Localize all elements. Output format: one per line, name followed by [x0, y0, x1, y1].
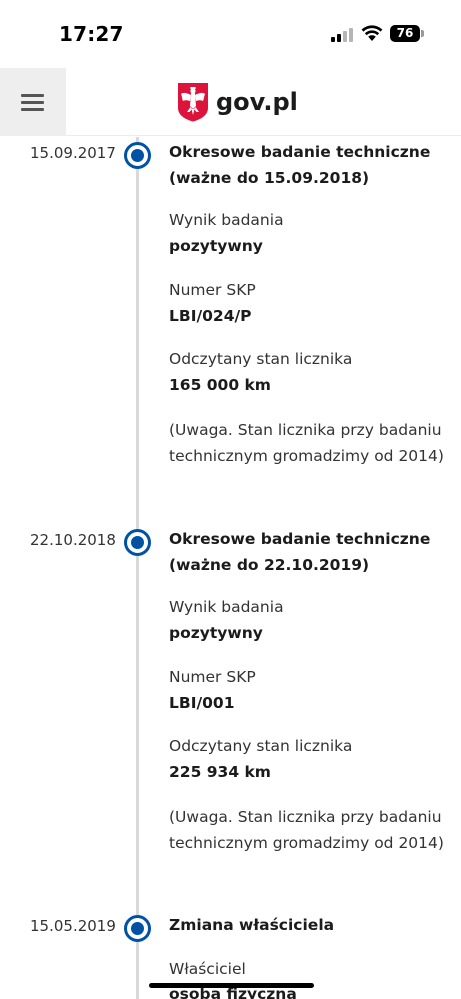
skp-label: Numer SKP: [169, 281, 256, 299]
odometer-note: (Uwaga. Stan licznika przy badaniu techn…: [169, 421, 444, 465]
skp-value: LBI/001: [169, 694, 235, 712]
polish-eagle-emblem-icon: [178, 83, 208, 122]
brand-name: gov.pl: [216, 88, 298, 116]
odometer-label: Odczytany stan licznika: [169, 737, 353, 755]
odometer-value: 165 000 km: [169, 376, 271, 394]
status-bar: 17:27 76: [0, 0, 461, 68]
entry-title: Okresowe badanie techniczne (ważne do 15…: [169, 143, 431, 187]
menu-button[interactable]: [0, 68, 66, 136]
entry-title: Okresowe badanie techniczne (ważne do 22…: [169, 530, 431, 574]
battery-level: 76: [390, 25, 420, 42]
result-label: Wynik badania: [169, 598, 284, 616]
odometer-label: Odczytany stan licznika: [169, 350, 353, 368]
vehicle-history-timeline: 15.09.2017 Okresowe badanie techniczne (…: [0, 137, 461, 999]
home-indicator[interactable]: [149, 983, 314, 988]
skp-value: LBI/024/P: [169, 307, 252, 325]
app-header: gov.pl: [0, 68, 461, 136]
owner-label: Właściciel: [169, 960, 246, 978]
entry-date: 22.10.2018: [30, 531, 116, 549]
result-value: pozytywny: [169, 624, 263, 642]
cellular-signal-icon: [331, 28, 353, 42]
odometer-note: (Uwaga. Stan licznika przy badaniu techn…: [169, 808, 444, 852]
result-value: pozytywny: [169, 237, 263, 255]
wifi-icon: [361, 25, 383, 41]
timeline-line: [136, 137, 139, 999]
entry-date: 15.09.2017: [30, 144, 116, 162]
result-label: Wynik badania: [169, 211, 284, 229]
skp-label: Numer SKP: [169, 668, 256, 686]
entry-title: Zmiana właściciela: [169, 916, 335, 934]
odometer-value: 225 934 km: [169, 763, 271, 781]
entry-date: 15.05.2019: [30, 917, 116, 935]
hamburger-icon: [21, 94, 44, 97]
battery-icon: 76: [390, 25, 424, 42]
status-time: 17:27: [59, 22, 124, 46]
